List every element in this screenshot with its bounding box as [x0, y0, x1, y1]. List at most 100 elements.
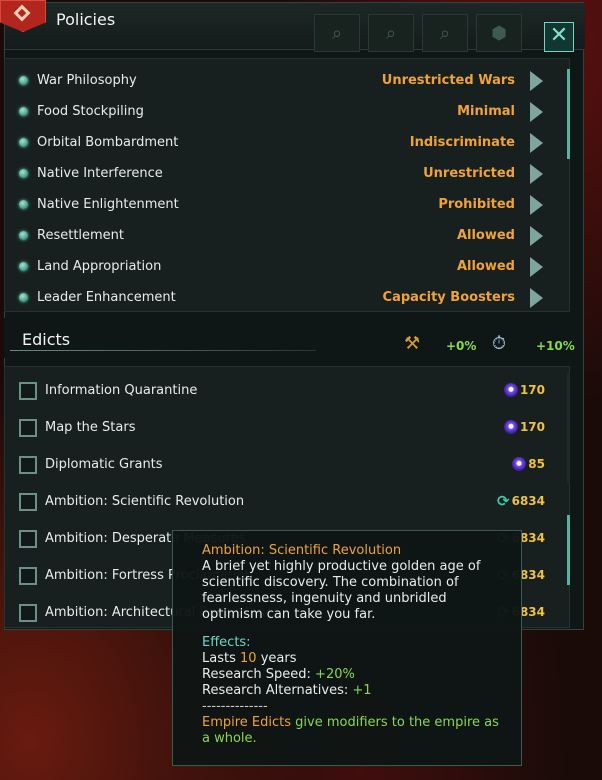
- policy-row[interactable]: Native Enlightenment Prohibited: [5, 190, 553, 221]
- edict-checkbox[interactable]: [19, 493, 37, 511]
- bullet-icon: [19, 138, 28, 147]
- edict-checkbox[interactable]: [19, 530, 37, 548]
- edict-cost: ⟳ 6834: [497, 492, 545, 510]
- policy-value: Allowed: [456, 259, 515, 274]
- duration-value: 10: [240, 651, 257, 666]
- edicts-scrollbar-track[interactable]: [567, 373, 570, 483]
- policy-row[interactable]: Native Interference Unrestricted: [5, 159, 553, 190]
- edicts-title: Edicts: [22, 330, 71, 349]
- policy-name: Leader Enhancement: [37, 290, 176, 305]
- edict-modifier-value: +0%: [446, 339, 477, 353]
- edict-cost: 170: [503, 383, 545, 397]
- unity-icon: ⟳: [497, 492, 510, 510]
- bullet-icon: [19, 262, 28, 271]
- tooltip-effects-label: Effects:: [202, 635, 251, 650]
- policy-value: Minimal: [457, 104, 515, 119]
- tooltip-duration: Lasts 10 years: [202, 651, 521, 667]
- footer-highlight: Empire Edicts: [202, 715, 292, 730]
- policy-value: Allowed: [456, 228, 515, 243]
- policy-row[interactable]: Resettlement Allowed: [5, 221, 553, 252]
- effect-label: Research Alternatives:: [202, 683, 349, 698]
- edict-checkbox[interactable]: [19, 604, 37, 622]
- policies-scrollbar[interactable]: [567, 69, 570, 159]
- tooltip-description: A brief yet highly productive golden age…: [202, 559, 481, 622]
- edict-row[interactable]: Information Quarantine 170: [5, 374, 553, 411]
- policy-row[interactable]: War Philosophy Unrestricted Wars: [5, 66, 553, 97]
- bullet-icon: [19, 200, 28, 209]
- edict-tooltip: Ambition: Scientific Revolution A brief …: [172, 530, 522, 766]
- policy-name: Resettlement: [37, 228, 125, 243]
- bullet-icon: [19, 107, 28, 116]
- arrow-right-icon[interactable]: [530, 257, 543, 277]
- policy-name: Native Enlightenment: [37, 197, 179, 212]
- policy-value: Capacity Boosters: [382, 290, 515, 305]
- edict-cost-value: 6834: [511, 494, 545, 508]
- edict-name: Map the Stars: [45, 420, 136, 435]
- bullet-icon: [19, 169, 28, 178]
- duration-suffix: years: [260, 651, 297, 666]
- arrow-right-icon[interactable]: [530, 226, 543, 246]
- edict-name: Ambition: Scientific Revolution: [45, 494, 245, 509]
- influence-icon: [503, 383, 518, 397]
- edict-name: Diplomatic Grants: [45, 457, 163, 472]
- tooltip-separator: --------------: [202, 699, 268, 714]
- edict-checkbox[interactable]: [19, 419, 37, 437]
- bullet-icon: [19, 231, 28, 240]
- policy-row[interactable]: Food Stockpiling Minimal: [5, 97, 553, 128]
- edicts-header-bar: [4, 318, 570, 358]
- policy-value: Prohibited: [438, 197, 515, 212]
- edict-checkbox[interactable]: [19, 567, 37, 585]
- policy-name: War Philosophy: [37, 73, 137, 88]
- edict-name: Information Quarantine: [45, 383, 198, 398]
- edict-row[interactable]: Diplomatic Grants 85: [5, 448, 553, 485]
- policy-name: Land Appropriation: [37, 259, 162, 274]
- search-icon: ⌕: [422, 14, 468, 52]
- policy-value: Indiscriminate: [409, 135, 515, 150]
- effect-value: +1: [352, 683, 372, 698]
- edict-cost: 85: [512, 457, 545, 471]
- policy-name: Food Stockpiling: [37, 104, 144, 119]
- arrow-right-icon[interactable]: [530, 288, 543, 308]
- top-icon-row: ⌕ ⌕ ⌕ ⬢: [314, 14, 522, 52]
- edict-row[interactable]: Map the Stars 170: [5, 411, 553, 448]
- influence-icon: [503, 420, 518, 434]
- influence-icon: [512, 457, 527, 471]
- tooltip-effect: Research Alternatives: +1: [202, 683, 521, 699]
- hammer-coins-icon: ⚒: [404, 333, 421, 354]
- window-title: Policies: [56, 10, 116, 29]
- arrow-right-icon[interactable]: [530, 102, 543, 122]
- policy-row[interactable]: Orbital Bombardment Indiscriminate: [5, 128, 553, 159]
- policy-row[interactable]: Leader Enhancement Capacity Boosters: [5, 283, 553, 314]
- tooltip-effect: Research Speed: +20%: [202, 667, 521, 683]
- effect-label: Research Speed:: [202, 667, 311, 682]
- edict-checkbox[interactable]: [19, 382, 37, 400]
- duration-prefix: Lasts: [202, 651, 236, 666]
- close-button[interactable]: ✕: [544, 22, 574, 52]
- policy-name: Orbital Bombardment: [37, 135, 179, 150]
- edict-cost-value: 170: [519, 420, 545, 434]
- policy-value: Unrestricted: [423, 166, 515, 181]
- edict-row[interactable]: Ambition: Scientific Revolution ⟳ 6834: [5, 485, 553, 522]
- tooltip-footer: Empire Edicts give modifiers to the empi…: [202, 715, 502, 747]
- arrow-right-icon[interactable]: [530, 133, 543, 153]
- tooltip-title: Ambition: Scientific Revolution: [202, 543, 402, 558]
- edict-cost: 170: [503, 420, 545, 434]
- edict-cost-value: 85: [528, 457, 545, 471]
- edicts-scrollbar[interactable]: [567, 515, 570, 585]
- policy-row[interactable]: Land Appropriation Allowed: [5, 252, 553, 283]
- bullet-icon: [19, 293, 28, 302]
- stopwatch-gavel-icon: ⏱: [492, 333, 507, 354]
- arrow-right-icon[interactable]: [530, 164, 543, 184]
- arrow-right-icon[interactable]: [530, 195, 543, 215]
- policy-name: Native Interference: [37, 166, 163, 181]
- divider: [10, 350, 316, 351]
- arrow-right-icon[interactable]: [530, 71, 543, 91]
- search-icon: ⌕: [368, 14, 414, 52]
- search-icon: ⌕: [314, 14, 360, 52]
- hexagon-cluster-icon: ⬢: [476, 14, 522, 52]
- edict-checkbox[interactable]: [19, 456, 37, 474]
- effect-value: +20%: [315, 667, 355, 682]
- edict-modifier-value: +10%: [536, 339, 575, 353]
- edict-cost-value: 170: [519, 383, 545, 397]
- bullet-icon: [19, 76, 28, 85]
